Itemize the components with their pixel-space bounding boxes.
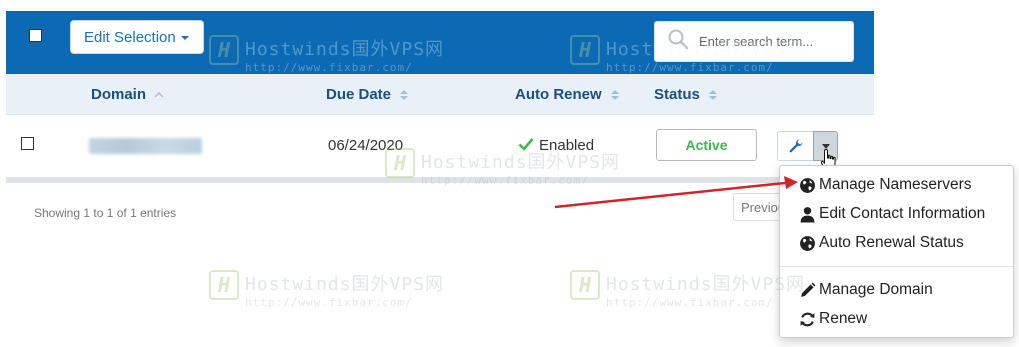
check-icon — [518, 138, 534, 151]
search-box[interactable] — [654, 21, 854, 62]
row-checkbox[interactable] — [21, 137, 34, 150]
watermark-url: http://www.fixbar.com/ — [245, 296, 413, 309]
caret-down-icon — [180, 36, 189, 40]
menu-item-label: Manage Nameservers — [819, 176, 972, 193]
menu-item-label: Manage Domain — [819, 281, 933, 298]
globe-icon — [800, 235, 815, 251]
column-header-label: Due Date — [326, 86, 392, 103]
column-header-due-date[interactable]: Due Date — [326, 86, 409, 103]
auto-renew-cell: Enabled — [518, 137, 594, 154]
column-header-domain[interactable]: Domain — [91, 86, 164, 103]
menu-item-manage-nameservers[interactable]: Manage Nameservers — [780, 173, 1013, 197]
watermark-title: Hostwinds国外VPS网 — [606, 274, 806, 295]
select-all-checkbox[interactable] — [29, 29, 42, 42]
menu-item-label: Edit Contact Information — [819, 205, 986, 222]
table-header-row: Domain Due Date Auto Renew Status — [6, 74, 874, 115]
watermark: H Hostwinds国外VPS网 http://www.fixbar.com/ — [570, 270, 805, 309]
menu-divider — [780, 266, 1013, 267]
column-header-status[interactable]: Status — [654, 86, 718, 103]
table-row: 06/24/2020 Enabled Active — [6, 115, 874, 177]
column-header-auto-renew[interactable]: Auto Renew — [515, 86, 620, 103]
sort-asc-icon — [154, 91, 164, 98]
column-header-label: Auto Renew — [515, 86, 602, 103]
menu-item-manage-domain[interactable]: Manage Domain — [780, 278, 1013, 302]
edit-selection-button[interactable]: Edit Selection — [70, 20, 204, 54]
menu-item-label: Renew — [819, 310, 868, 327]
entries-info: Showing 1 to 1 of 1 entries — [34, 206, 177, 220]
actions-dropdown-menu: Manage Nameservers Edit Contact Informat… — [779, 165, 1014, 338]
globe-icon — [800, 177, 815, 193]
wrench-icon — [789, 139, 803, 153]
sort-icon — [610, 89, 619, 100]
edit-selection-label: Edit Selection — [84, 28, 176, 46]
sort-icon — [708, 89, 717, 100]
watermark-url: http://www.fixbar.com/ — [606, 296, 774, 309]
manage-button[interactable] — [777, 131, 814, 161]
menu-item-auto-renewal-status[interactable]: Auto Renewal Status — [780, 231, 1013, 255]
menu-item-renew[interactable]: Renew — [780, 307, 1013, 331]
watermark: H Hostwinds国外VPS网 http://www.fixbar.com/ — [209, 270, 444, 309]
table-toolbar: Edit Selection — [6, 11, 874, 74]
column-header-label: Domain — [91, 86, 147, 103]
domain-name-redacted[interactable] — [89, 138, 202, 154]
pencil-icon — [801, 282, 816, 297]
column-header-label: Status — [654, 86, 700, 103]
auto-renew-value: Enabled — [539, 137, 595, 154]
menu-item-label: Auto Renewal Status — [819, 234, 964, 251]
sort-icon — [400, 89, 409, 100]
search-icon — [668, 29, 689, 50]
menu-item-edit-contact-information[interactable]: Edit Contact Information — [780, 202, 1013, 226]
status-badge: Active — [656, 129, 757, 161]
watermark-logo-icon: H — [209, 270, 239, 300]
watermark-logo-icon: H — [570, 270, 600, 300]
search-input[interactable] — [693, 22, 851, 61]
table-bottom-border — [6, 177, 874, 183]
due-date-cell: 06/24/2020 — [328, 137, 404, 154]
user-icon — [800, 206, 815, 222]
refresh-icon — [800, 312, 815, 326]
watermark-title: Hostwinds国外VPS网 — [245, 274, 445, 295]
